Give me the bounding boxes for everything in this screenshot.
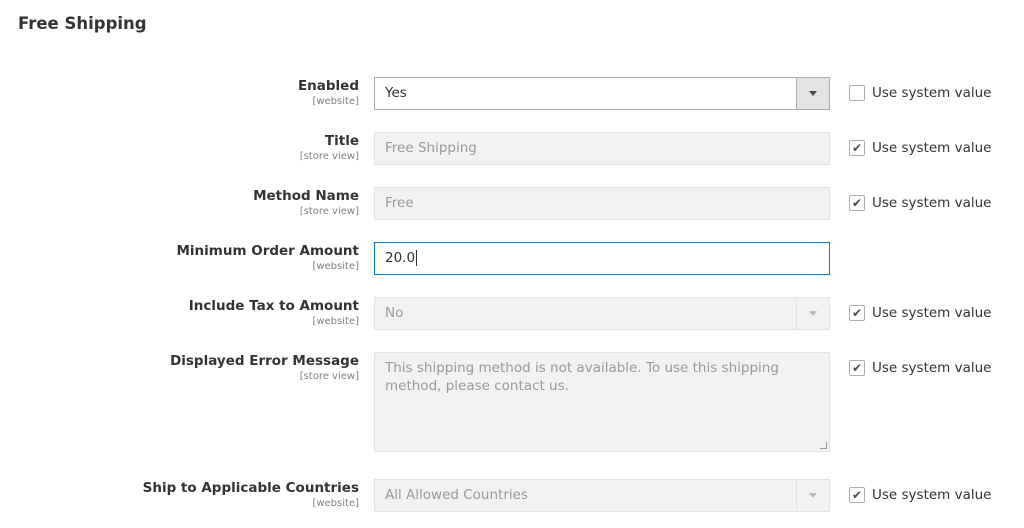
checkbox-label: Use system value <box>872 140 991 156</box>
title-input[interactable]: Free Shipping <box>374 132 830 165</box>
field-label: Displayed Error Message <box>170 353 359 370</box>
checkmark-icon[interactable]: ✔ <box>849 140 865 156</box>
text-caret <box>416 250 417 266</box>
checkbox-label: Use system value <box>872 85 991 101</box>
dropdown-arrow-icon[interactable] <box>796 298 829 329</box>
select-value: Yes <box>385 85 407 101</box>
field-scope: [website] <box>143 497 359 510</box>
checkmark-icon[interactable]: ✔ <box>849 195 865 211</box>
checkbox-icon[interactable] <box>849 85 865 101</box>
dropdown-arrow-icon[interactable] <box>796 480 829 511</box>
ship-to-countries-select[interactable]: All Allowed Countries <box>374 479 830 512</box>
field-scope: [store view] <box>300 150 359 163</box>
field-label: Title <box>300 133 359 150</box>
select-value: No <box>385 305 403 321</box>
dropdown-arrow-icon[interactable] <box>796 78 829 109</box>
field-scope: [website] <box>189 315 359 328</box>
checkbox-label: Use system value <box>872 487 991 503</box>
field-label: Minimum Order Amount <box>176 243 359 260</box>
checkmark-icon[interactable]: ✔ <box>849 360 865 376</box>
method-name-input[interactable]: Free <box>374 187 830 220</box>
use-system-value-checkbox[interactable]: Use system value <box>849 85 991 101</box>
checkbox-label: Use system value <box>872 195 991 211</box>
use-system-value-checkbox[interactable]: ✔ Use system value <box>849 140 991 156</box>
input-value: 20.0 <box>385 250 415 266</box>
use-system-value-checkbox[interactable]: ✔ Use system value <box>849 305 991 321</box>
field-scope: [store view] <box>253 205 359 218</box>
use-system-value-checkbox[interactable]: ✔ Use system value <box>849 195 991 211</box>
checkmark-icon[interactable]: ✔ <box>849 487 865 503</box>
checkbox-label: Use system value <box>872 360 991 376</box>
enabled-select[interactable]: Yes <box>374 77 830 110</box>
field-scope: [store view] <box>170 370 359 383</box>
field-label: Enabled <box>298 78 359 95</box>
resize-grip-icon[interactable] <box>820 442 827 449</box>
include-tax-select[interactable]: No <box>374 297 830 330</box>
section-title: Free Shipping <box>18 14 147 33</box>
checkbox-label: Use system value <box>872 305 991 321</box>
field-label: Include Tax to Amount <box>189 298 359 315</box>
checkmark-icon[interactable]: ✔ <box>849 305 865 321</box>
error-message-textarea[interactable]: This shipping method is not available. T… <box>374 352 830 452</box>
field-scope: [website] <box>176 260 359 273</box>
field-label: Ship to Applicable Countries <box>143 480 359 497</box>
select-value: All Allowed Countries <box>385 487 528 503</box>
textarea-value: This shipping method is not available. T… <box>385 360 779 394</box>
use-system-value-checkbox[interactable]: ✔ Use system value <box>849 487 991 503</box>
field-label: Method Name <box>253 188 359 205</box>
minimum-order-amount-input[interactable]: 20.0 <box>374 242 830 275</box>
field-scope: [website] <box>298 95 359 108</box>
use-system-value-checkbox[interactable]: ✔ Use system value <box>849 360 991 376</box>
